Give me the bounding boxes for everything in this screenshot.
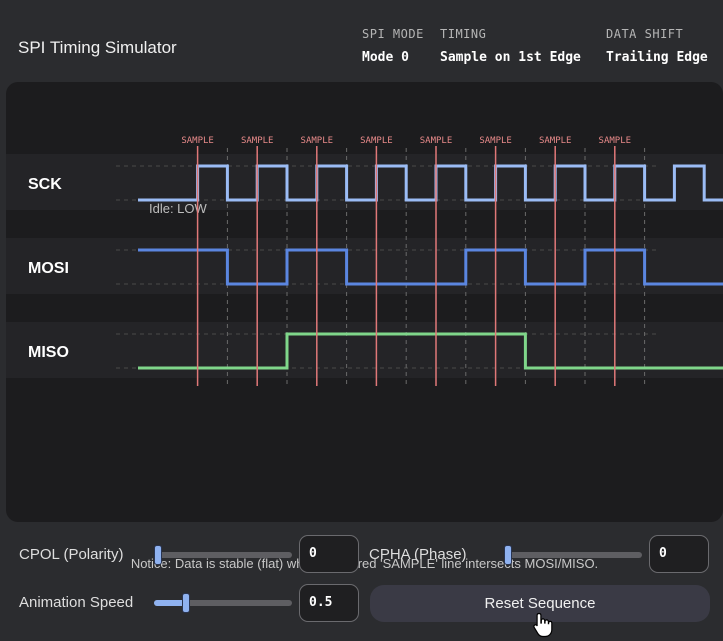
spi-mode-label: SPI MODE <box>362 27 424 41</box>
spi-mode-stat: SPI MODE Mode 0 <box>362 27 424 65</box>
cpol-slider-track <box>154 552 292 558</box>
cpol-value-field[interactable]: 0 <box>299 535 359 573</box>
data-shift-label: DATA SHIFT <box>606 27 684 41</box>
cpha-slider-track <box>504 552 642 558</box>
sample-label: SAMPLE <box>539 136 572 146</box>
signal-label-sck: SCK <box>28 176 62 193</box>
timing-label: TIMING <box>440 27 487 41</box>
cpha-slider[interactable] <box>504 545 642 565</box>
cpol-slider-thumb[interactable] <box>154 545 162 565</box>
sample-label: SAMPLE <box>599 136 632 146</box>
hand-cursor-icon <box>533 612 553 638</box>
cpha-value-field[interactable]: 0 <box>649 535 709 573</box>
signal-label-mosi: MOSI <box>28 260 69 277</box>
timing-diagram: SCK MOSI MISO Idle: LOW SAMPLE SAMPLE SAMPLE SA… <box>6 136 723 388</box>
cpol-slider[interactable] <box>154 545 292 565</box>
timing-value: Sample on 1st Edge <box>440 50 581 65</box>
data-shift-stat: DATA SHIFT Trailing Edge <box>606 27 708 65</box>
timing-stat: TIMING Sample on 1st Edge <box>440 27 581 65</box>
sample-label: SAMPLE <box>301 136 334 146</box>
cpol-label: CPOL (Polarity) <box>19 546 124 563</box>
sample-label: SAMPLE <box>360 136 393 146</box>
speed-slider[interactable] <box>154 593 292 613</box>
sample-label: SAMPLE <box>241 136 274 146</box>
speed-slider-thumb[interactable] <box>182 593 190 613</box>
app-title: SPI Timing Simulator <box>18 38 177 57</box>
cpha-label: CPHA (Phase) <box>369 546 467 563</box>
timing-diagram-panel: SCK MOSI MISO Idle: LOW SAMPLE SAMPLE SAMPLE SA… <box>6 82 723 571</box>
sample-label: SAMPLE <box>181 136 214 146</box>
data-shift-value: Trailing Edge <box>606 50 708 65</box>
sample-label: SAMPLE <box>420 136 453 146</box>
spi-mode-value: Mode 0 <box>362 50 409 65</box>
cpha-slider-thumb[interactable] <box>504 545 512 565</box>
signal-label-miso: MISO <box>28 344 69 361</box>
sample-label: SAMPLE <box>479 136 512 146</box>
speed-label: Animation Speed <box>19 594 134 611</box>
speed-value-field[interactable]: 0.5 <box>299 584 359 622</box>
idle-label: Idle: LOW <box>149 201 208 216</box>
